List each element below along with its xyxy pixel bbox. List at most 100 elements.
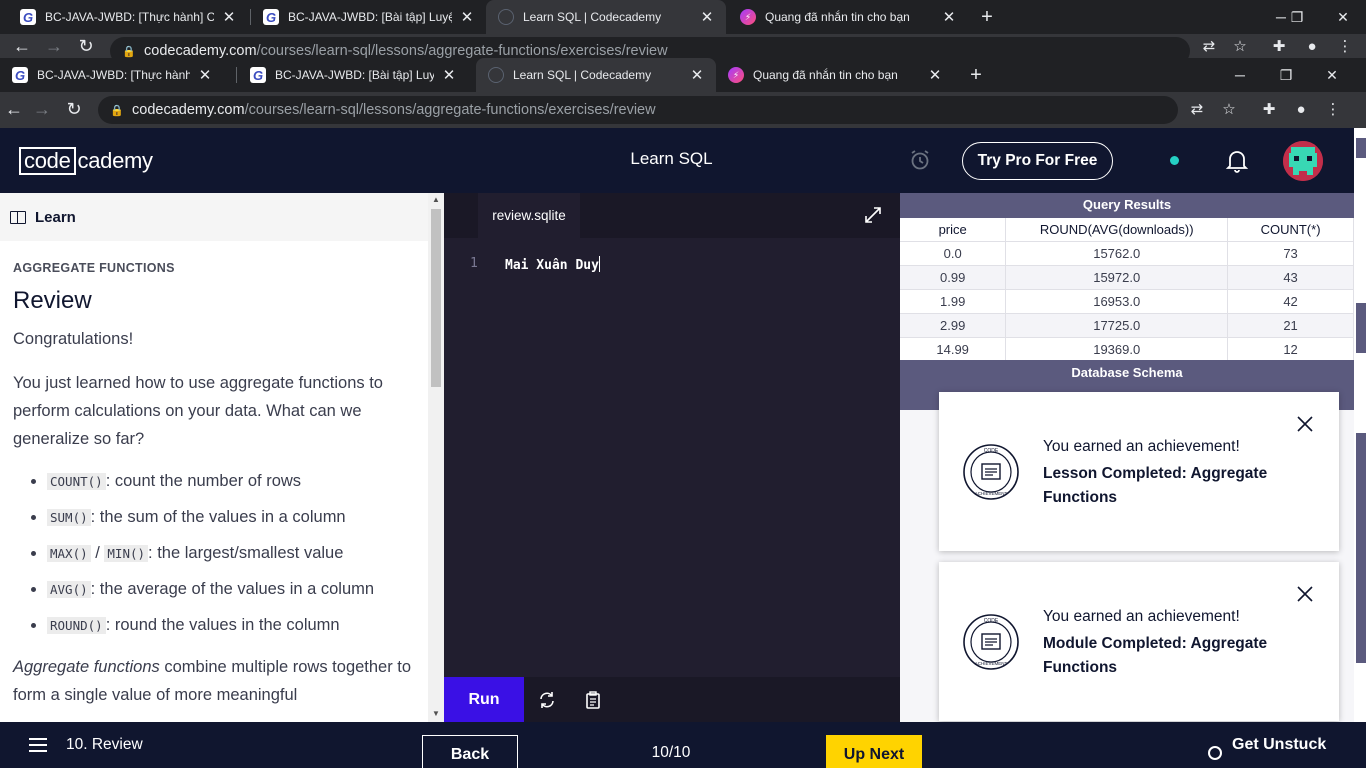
file-tab[interactable]: review.sqlite <box>478 193 580 238</box>
get-unstuck-button[interactable]: Get Unstuck <box>1208 722 1326 768</box>
codecademy-logo[interactable]: code cademy <box>19 146 153 175</box>
close-tab-icon[interactable]: ✕ <box>942 8 956 26</box>
learn-scrollbar[interactable]: ▲ ▼ <box>428 193 444 722</box>
restore-icon[interactable]: ❐ <box>1263 58 1309 92</box>
up-next-button[interactable]: Up Next <box>826 735 922 768</box>
outer-url-field[interactable]: 🔒 codecademy.com/courses/learn-sql/lesso… <box>110 37 1190 58</box>
inner-tab-2[interactable]: G BC-JAVA-JWBD: [Bài tập] Luyện t ✕ <box>238 58 468 92</box>
intro-paragraph: You just learned how to use aggregate fu… <box>13 374 383 448</box>
outro-paragraph: Aggregate functions combine multiple row… <box>13 658 412 704</box>
forward-icon[interactable]: → <box>28 92 56 126</box>
table-row: 2.99 17725.0 21 <box>900 313 1354 338</box>
new-tab-icon[interactable]: + <box>975 0 999 34</box>
lesson-pager: 10/10 <box>651 744 691 761</box>
scroll-thumb[interactable] <box>431 209 441 387</box>
expand-icon[interactable] <box>864 206 882 224</box>
inner-address-bar: ← → ↻ 🔒 codecademy.com/courses/learn-sql… <box>0 92 1366 128</box>
inline-code: SUM() <box>47 509 91 526</box>
inner-tab-3-active[interactable]: Learn SQL | Codecademy ✕ <box>476 58 716 92</box>
messenger-icon: ⚡ <box>740 9 756 25</box>
table-row: 1.99 16953.0 42 <box>900 289 1354 314</box>
query-results-table: price ROUND(AVG(downloads)) COUNT(*) 0.0… <box>900 218 1354 362</box>
scroll-up-arrow-icon[interactable]: ▲ <box>428 195 444 204</box>
outer-tab-2[interactable]: G BC-JAVA-JWBD: [Bài tập] Luyện t ✕ <box>251 0 486 34</box>
close-window-icon[interactable]: ✕ <box>1309 58 1355 92</box>
translate-icon[interactable]: ⇄ <box>1184 92 1210 126</box>
restore-icon[interactable]: ❐ <box>1274 0 1320 34</box>
achievement-badge-icon: CODE ACHIEVEMENT <box>963 444 1019 500</box>
inline-code: ROUND() <box>47 617 106 634</box>
outer-tab-3-active[interactable]: Learn SQL | Codecademy ✕ <box>486 0 726 34</box>
reset-icon[interactable] <box>537 690 557 710</box>
code-text-area[interactable]: Mai Xuân Duy <box>505 256 601 273</box>
new-tab-icon[interactable]: + <box>964 58 988 92</box>
reload-icon[interactable]: ↻ <box>60 92 88 126</box>
close-window-icon[interactable]: ✕ <box>1320 0 1366 34</box>
try-pro-button[interactable]: Try Pro For Free <box>962 142 1113 180</box>
inner-tab-4[interactable]: ⚡ Quang đã nhắn tin cho bạn ✕ <box>716 58 954 92</box>
back-icon[interactable]: ← <box>8 34 36 58</box>
back-button[interactable]: Back <box>422 735 518 768</box>
book-icon <box>10 210 26 224</box>
menu-dots-icon[interactable]: ⋮ <box>1320 92 1346 126</box>
svg-text:ACHIEVEMENT: ACHIEVEMENT <box>975 491 1008 496</box>
outer-tab-strip: G BC-JAVA-JWBD: [Thực hành] Các ✕ G BC-J… <box>0 0 1366 34</box>
close-tab-icon[interactable]: ✕ <box>222 8 236 26</box>
close-icon[interactable] <box>1296 585 1314 603</box>
profile-icon[interactable]: ● <box>1288 92 1314 126</box>
lesson-menu-label[interactable]: 10. Review <box>66 722 143 768</box>
gitlab-g-icon: G <box>250 67 266 83</box>
profile-icon[interactable]: ● <box>1299 34 1325 58</box>
menu-dots-icon[interactable]: ⋮ <box>1332 34 1358 58</box>
achievement-badge-icon: CODE ACHIEVEMENT <box>963 614 1019 670</box>
inner-tab-1[interactable]: G BC-JAVA-JWBD: [Thực hành] Các ✕ <box>0 58 224 92</box>
congrats-text: Congratulations! <box>13 330 134 348</box>
learn-tab[interactable]: Learn <box>0 193 428 241</box>
user-avatar[interactable] <box>1283 141 1323 181</box>
extensions-icon[interactable]: ✚ <box>1266 34 1292 58</box>
close-tab-icon[interactable]: ✕ <box>690 66 704 84</box>
lock-icon: 🔒 <box>110 104 124 117</box>
messenger-icon: ⚡ <box>728 67 744 83</box>
forward-icon[interactable]: → <box>40 34 68 58</box>
close-tab-icon[interactable]: ✕ <box>700 8 714 26</box>
toast-achievement: Lesson Completed: Aggregate Functions <box>1043 465 1268 506</box>
inner-url-field[interactable]: 🔒 codecademy.com/courses/learn-sql/lesso… <box>98 96 1178 124</box>
outer-tab-1[interactable]: G BC-JAVA-JWBD: [Thực hành] Các ✕ <box>8 0 248 34</box>
list-item: COUNT(): count the number of rows <box>13 467 413 503</box>
minimize-icon[interactable]: ─ <box>1217 58 1263 92</box>
run-button[interactable]: Run <box>444 677 524 722</box>
star-icon[interactable]: ☆ <box>1216 92 1242 126</box>
list-item: AVG(): the average of the values in a co… <box>13 575 413 611</box>
copy-clipboard-icon[interactable] <box>583 690 603 710</box>
notification-bell-icon[interactable] <box>1225 148 1249 174</box>
close-icon[interactable] <box>1296 415 1314 433</box>
star-icon[interactable]: ☆ <box>1227 34 1253 58</box>
close-tab-icon[interactable]: ✕ <box>928 66 942 84</box>
inline-code: MAX() <box>47 545 91 562</box>
close-tab-icon[interactable]: ✕ <box>460 8 474 26</box>
right-edge-strip <box>1354 128 1366 722</box>
translate-icon[interactable]: ⇄ <box>1196 34 1222 58</box>
status-dot <box>1170 156 1179 165</box>
toast-title: You earned an achievement! <box>1043 438 1240 455</box>
extensions-icon[interactable]: ✚ <box>1256 92 1282 126</box>
close-tab-icon[interactable]: ✕ <box>442 66 456 84</box>
outer-tab-4[interactable]: ⚡ Quang đã nhắn tin cho bạn ✕ <box>728 0 968 34</box>
inline-code: COUNT() <box>47 473 106 490</box>
lesson-eyebrow: AGGREGATE FUNCTIONS <box>13 261 175 275</box>
list-item: MAX() / MIN(): the largest/smallest valu… <box>13 539 413 575</box>
toast-title: You earned an achievement! <box>1043 608 1240 625</box>
table-row: 0.0 15762.0 73 <box>900 241 1354 266</box>
lesson-content: AGGREGATE FUNCTIONS Review Congratulatio… <box>13 261 413 709</box>
hamburger-menu-icon[interactable] <box>29 738 47 752</box>
close-tab-icon[interactable]: ✕ <box>198 66 212 84</box>
back-icon[interactable]: ← <box>0 92 28 126</box>
alarm-clock-icon[interactable] <box>908 148 932 172</box>
course-title: Learn SQL <box>630 149 713 168</box>
reload-icon[interactable]: ↻ <box>72 34 100 58</box>
learn-panel: Learn AGGREGATE FUNCTIONS Review Congrat… <box>0 193 444 722</box>
code-editor: review.sqlite 1 Mai Xuân Duy Run <box>444 193 900 722</box>
scroll-down-arrow-icon[interactable]: ▼ <box>428 709 444 718</box>
table-row: 14.99 19369.0 12 <box>900 337 1354 362</box>
